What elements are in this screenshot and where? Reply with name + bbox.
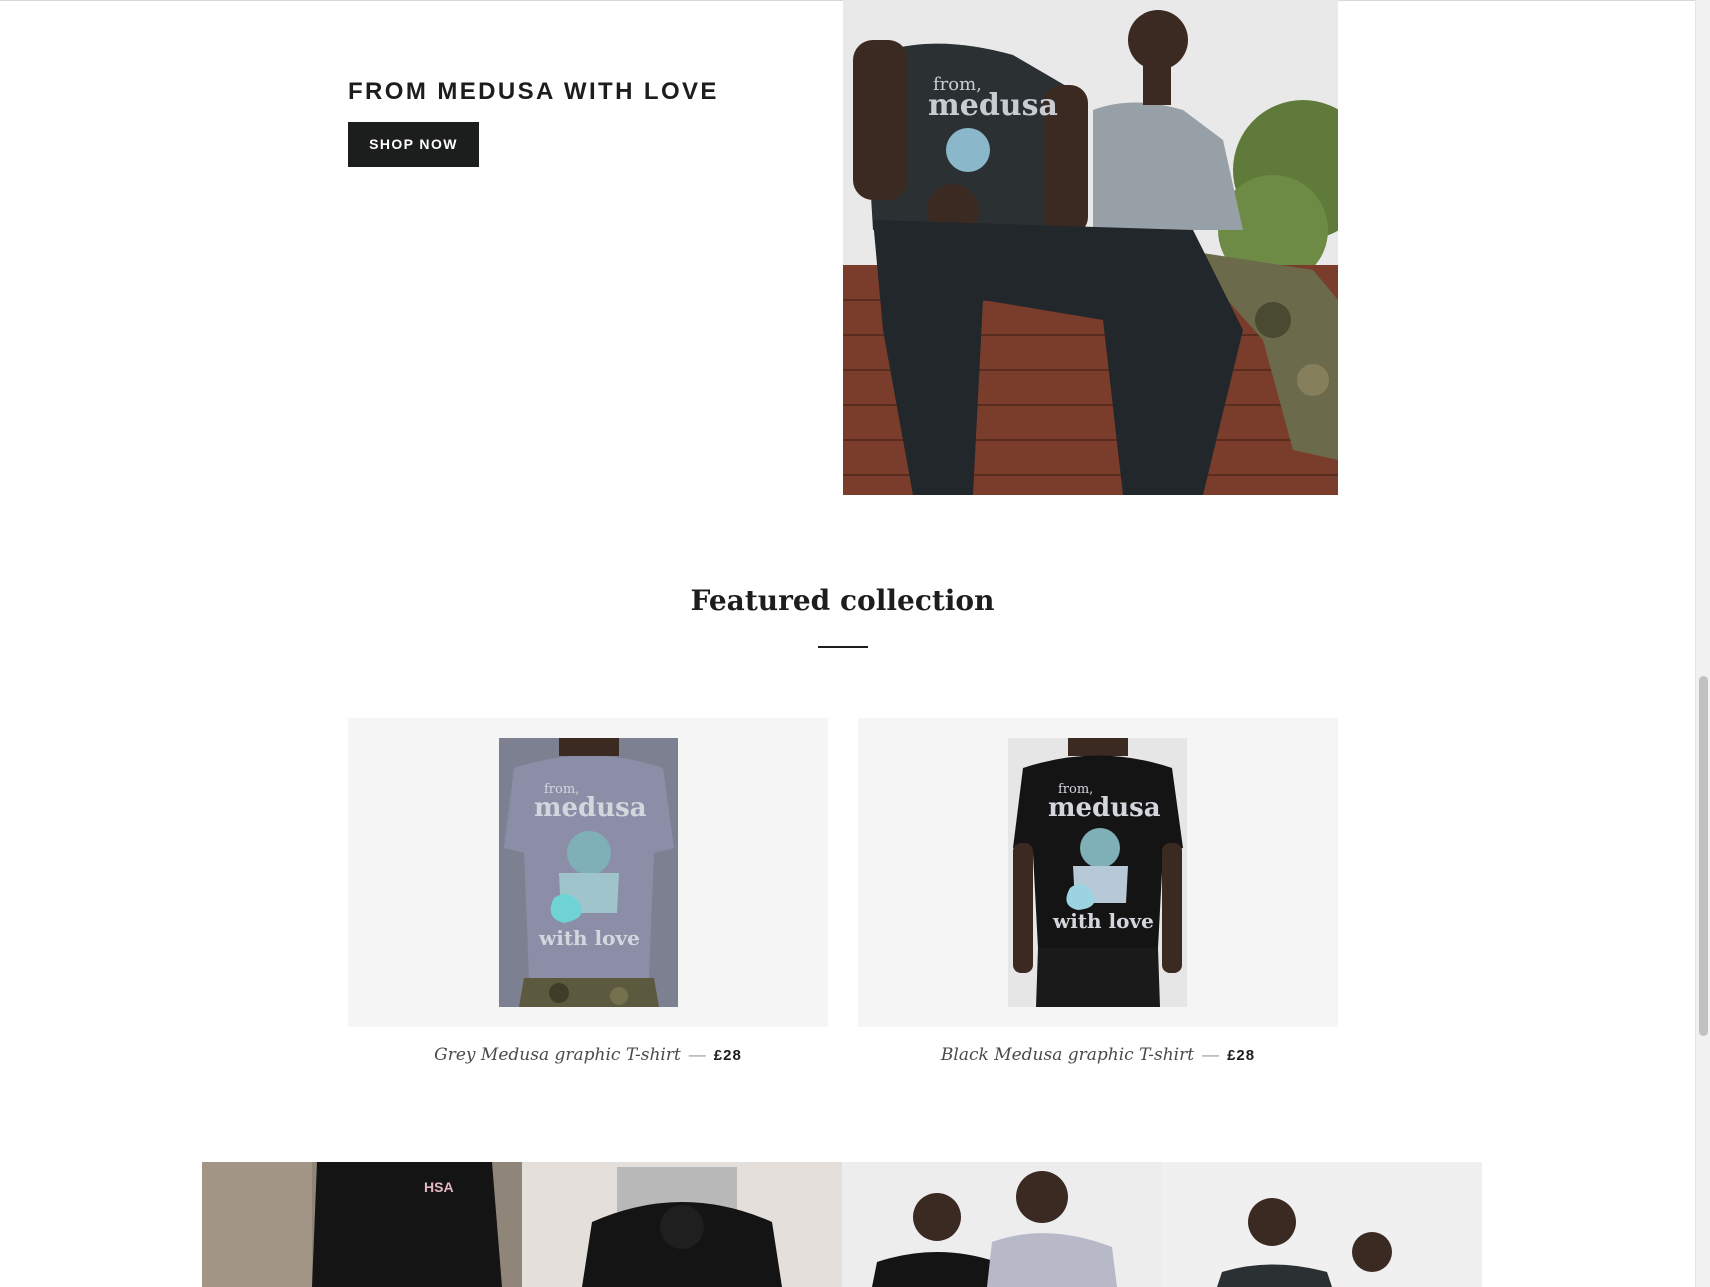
- shirt-print-text: medusa: [928, 88, 1058, 123]
- product-meta[interactable]: Black Medusa graphic T-shirt — £28: [858, 1045, 1338, 1065]
- product-image[interactable]: from, medusa with love: [348, 718, 828, 1027]
- shop-now-button[interactable]: SHOP NOW: [348, 122, 479, 167]
- image-with-text-content: FROM MEDUSA WITH LOVE SHOP NOW: [348, 78, 719, 167]
- shirt-print-text: with love: [538, 926, 640, 950]
- hoodie-logo-text: HSA: [424, 1179, 454, 1195]
- gallery-image[interactable]: HSA: [202, 1162, 522, 1287]
- page-scrollbar[interactable]: [1695, 0, 1710, 1287]
- gallery-image[interactable]: [842, 1162, 1162, 1287]
- price-separator: —: [688, 1045, 706, 1064]
- shirt-print-text: medusa: [1048, 793, 1161, 823]
- product-title[interactable]: Black Medusa graphic T-shirt: [941, 1045, 1194, 1065]
- shirt-print-text: with love: [1052, 909, 1154, 933]
- price-separator: —: [1202, 1045, 1220, 1064]
- product-price: £28: [713, 1047, 742, 1064]
- gallery-image[interactable]: [1162, 1162, 1482, 1287]
- gallery-image[interactable]: [522, 1162, 842, 1287]
- section-heading: Featured collection: [690, 584, 995, 617]
- product-price: £28: [1227, 1047, 1256, 1064]
- shirt-print-text: medusa: [534, 793, 647, 823]
- product-card-black[interactable]: from, medusa with love Black Medusa grap…: [858, 718, 1338, 1065]
- product-image[interactable]: from, medusa with love: [858, 718, 1338, 1027]
- product-card-grey[interactable]: from, medusa with love Grey Medusa graph…: [348, 718, 828, 1065]
- hero-image: from, medusa: [843, 0, 1338, 495]
- product-meta[interactable]: Grey Medusa graphic T-shirt — £28: [348, 1045, 828, 1065]
- photo-gallery-strip: HSA: [202, 1162, 1483, 1287]
- scrollbar-thumb[interactable]: [1699, 676, 1708, 1036]
- heading-divider: [818, 646, 868, 648]
- product-title[interactable]: Grey Medusa graphic T-shirt: [434, 1045, 681, 1065]
- hero-title: FROM MEDUSA WITH LOVE: [348, 78, 719, 105]
